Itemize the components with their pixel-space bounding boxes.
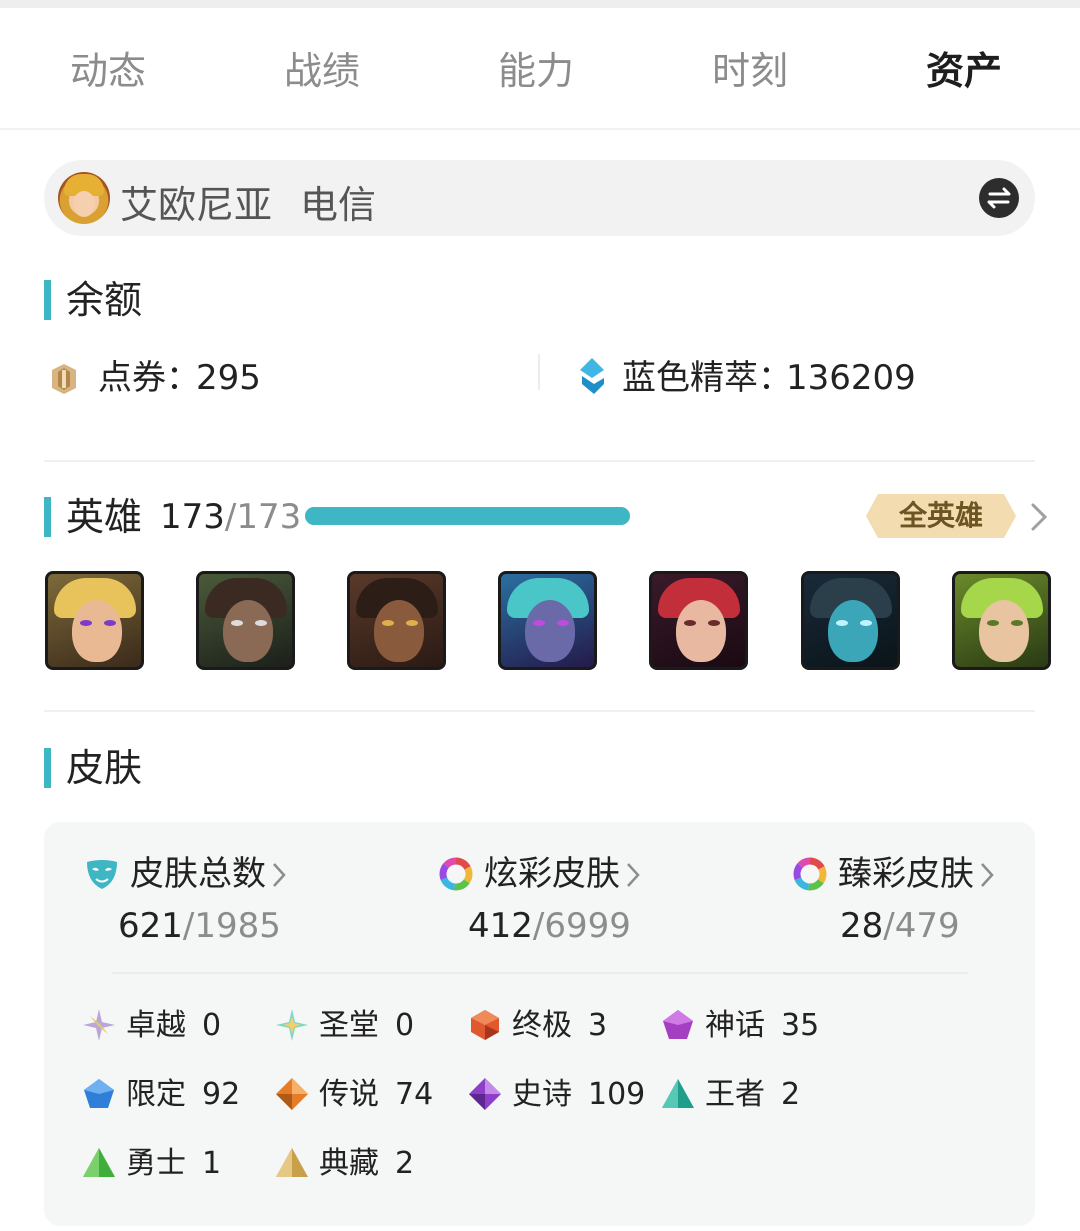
skins-heading: 皮肤 bbox=[44, 748, 142, 788]
tier-warrior-name: 勇士 bbox=[126, 1146, 186, 1181]
epic-gem-icon bbox=[469, 1078, 501, 1110]
all-heroes-button[interactable]: 全英雄 bbox=[866, 494, 1016, 538]
account-server: 电信 bbox=[300, 183, 377, 227]
mythic-gem-icon bbox=[663, 1010, 693, 1039]
tier-warrior-value: 1 bbox=[202, 1146, 222, 1181]
champion-senna-portrait[interactable] bbox=[347, 571, 446, 670]
collectible-gem-icon bbox=[276, 1148, 308, 1177]
section-divider bbox=[44, 710, 1035, 712]
champion-samira-portrait[interactable] bbox=[196, 571, 295, 670]
tier-epic-value: 109 bbox=[588, 1077, 646, 1112]
chroma-skins-link[interactable]: 炫彩皮肤 bbox=[438, 852, 698, 896]
chevron-right-icon[interactable] bbox=[1028, 500, 1050, 534]
prestige-skins-stat: 臻彩皮肤 28/479 bbox=[792, 852, 1012, 946]
hero-progress-fill bbox=[305, 507, 630, 525]
tier-ultimate-value: 3 bbox=[588, 1008, 608, 1043]
tier-limited-value: 92 bbox=[202, 1077, 241, 1112]
tier-exalted-name: 圣堂 bbox=[319, 1008, 379, 1043]
blue-essence-icon bbox=[580, 358, 604, 394]
tier-exalted-value: 0 bbox=[395, 1008, 415, 1043]
section-divider bbox=[44, 460, 1035, 462]
points-label: 点券： bbox=[98, 358, 200, 398]
tier-champion-name: 王者 bbox=[705, 1077, 765, 1112]
champion-vex-portrait[interactable] bbox=[498, 571, 597, 670]
essence-value: 136209 bbox=[786, 358, 916, 398]
chroma-skins-owned: 412 bbox=[468, 906, 533, 946]
tier-collectible-value: 2 bbox=[395, 1146, 415, 1181]
tier-legendary-value: 74 bbox=[395, 1077, 434, 1112]
champion-kalista-portrait[interactable] bbox=[801, 571, 900, 670]
transcendent-star-icon bbox=[83, 1009, 115, 1041]
card-divider bbox=[112, 972, 968, 974]
warrior-gem-icon bbox=[83, 1148, 115, 1177]
points-coin-icon bbox=[52, 364, 76, 394]
prestige-skins-count: 28/479 bbox=[840, 904, 960, 948]
tab-ability[interactable]: 能力 bbox=[498, 40, 574, 95]
tier-transcendent-value: 0 bbox=[202, 1008, 222, 1043]
account-switcher[interactable]: 艾欧尼亚 电信 bbox=[44, 160, 1035, 236]
total-skins-total: /1985 bbox=[182, 906, 281, 946]
total-skins-label: 皮肤总数 bbox=[130, 854, 266, 894]
hero-total: /173 bbox=[224, 497, 302, 537]
limited-gem-icon bbox=[84, 1079, 114, 1108]
chroma-skins-total: /6999 bbox=[532, 906, 631, 946]
swap-arrows-icon[interactable] bbox=[979, 178, 1019, 218]
tab-moments[interactable]: 时刻 bbox=[712, 40, 788, 95]
all-heroes-label: 全英雄 bbox=[898, 499, 983, 532]
chroma-skins-count: 412/6999 bbox=[468, 904, 631, 948]
tier-legendary-name: 传说 bbox=[319, 1077, 379, 1112]
champion-ezreal-portrait[interactable] bbox=[45, 571, 144, 670]
heroes-heading: 英雄 bbox=[44, 497, 142, 537]
tier-transcendent-name: 卓越 bbox=[126, 1008, 186, 1043]
total-skins-count: 621/1985 bbox=[118, 904, 281, 948]
chroma-ring-icon bbox=[439, 857, 473, 891]
tab-assets[interactable]: 资产 bbox=[926, 40, 1002, 95]
skins-card: 皮肤总数 621/1985 炫彩皮肤 412/6999 臻彩皮肤 28/479 … bbox=[44, 822, 1035, 1226]
champion-gem-icon bbox=[662, 1079, 694, 1108]
ultimate-gem-icon bbox=[471, 1010, 499, 1040]
prestige-skins-total: /479 bbox=[883, 906, 960, 946]
chevron-right-icon bbox=[273, 863, 286, 887]
tab-feed[interactable]: 动态 bbox=[70, 40, 146, 95]
tier-mythic-value: 35 bbox=[781, 1008, 820, 1043]
tier-epic-name: 史诗 bbox=[512, 1077, 572, 1112]
prestige-ring-icon bbox=[793, 857, 827, 891]
total-skins-stat: 皮肤总数 621/1985 bbox=[84, 852, 344, 946]
prestige-skins-label: 臻彩皮肤 bbox=[838, 854, 974, 894]
exalted-star-icon bbox=[276, 1009, 308, 1041]
points-value: 295 bbox=[196, 358, 261, 398]
prestige-skins-owned: 28 bbox=[840, 906, 884, 946]
chevron-right-icon bbox=[981, 863, 994, 887]
total-skins-owned: 621 bbox=[118, 906, 183, 946]
status-strip bbox=[0, 0, 1080, 8]
champion-zeri-portrait[interactable] bbox=[952, 571, 1051, 670]
balance-separator bbox=[538, 354, 540, 390]
essence-label: 蓝色精萃： bbox=[622, 358, 792, 398]
champion-xayah-portrait[interactable] bbox=[649, 571, 748, 670]
chevron-right-icon bbox=[627, 863, 640, 887]
chroma-skins-label: 炫彩皮肤 bbox=[484, 854, 620, 894]
tier-ultimate-name: 终极 bbox=[512, 1008, 572, 1043]
chroma-skins-stat: 炫彩皮肤 412/6999 bbox=[438, 852, 698, 946]
tabs-divider bbox=[0, 128, 1080, 130]
hero-count: 173/173 bbox=[160, 497, 301, 537]
hero-owned: 173 bbox=[160, 497, 225, 537]
tier-mythic-name: 神话 bbox=[705, 1008, 765, 1043]
total-skins-link[interactable]: 皮肤总数 bbox=[84, 852, 344, 896]
summoner-avatar-icon bbox=[58, 172, 110, 224]
tier-champion-value: 2 bbox=[781, 1077, 801, 1112]
mask-icon bbox=[87, 860, 117, 889]
tab-match-history[interactable]: 战绩 bbox=[284, 40, 360, 95]
tier-collectible-name: 典藏 bbox=[319, 1146, 379, 1181]
hero-progress-bar bbox=[305, 507, 630, 525]
prestige-skins-link[interactable]: 臻彩皮肤 bbox=[792, 852, 1012, 896]
tab-bar: 动态 战绩 能力 时刻 资产 bbox=[0, 40, 1080, 100]
tier-limited-name: 限定 bbox=[126, 1077, 186, 1112]
account-region: 艾欧尼亚 bbox=[120, 183, 273, 227]
legendary-gem-icon bbox=[276, 1078, 308, 1110]
balance-heading: 余额 bbox=[44, 280, 142, 320]
